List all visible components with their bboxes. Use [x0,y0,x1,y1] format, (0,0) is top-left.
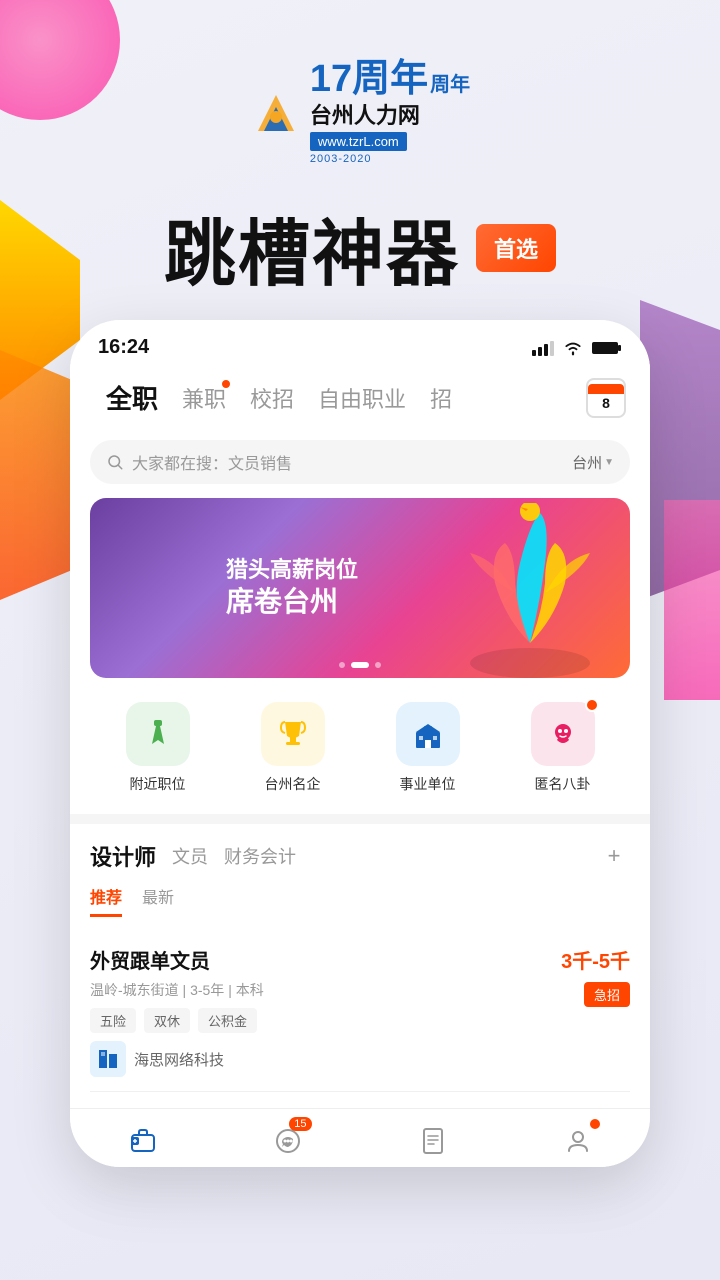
brand-logo-icon [250,87,302,139]
profile-notification-dot [590,1119,600,1129]
company-logo-icon [93,1044,123,1074]
job-item[interactable]: 外贸跟单文员 3千-5千 温岭-城东街道 | 3-5年 | 本科 急招 五险 双… [90,931,630,1092]
battery-icon [592,340,622,356]
add-job-tag-button[interactable]: + [598,840,630,872]
banner-dot-3 [375,662,381,668]
tab-campus[interactable]: 校招 [238,378,306,418]
category-public-units[interactable]: 事业单位 [396,702,460,794]
hero-title: 跳槽神器 [164,195,460,300]
profile-nav-icon [558,1121,598,1161]
job-tag-finance[interactable]: 财务会计 [224,843,296,869]
search-area: 大家都在搜：文员销售 台州 ▼ [70,432,650,498]
tab-freelance[interactable]: 自由职业 [306,378,418,418]
status-icons [532,340,622,356]
resume-nav-icon [413,1121,453,1161]
tab-recruit[interactable]: 招 [418,378,464,418]
calendar-number: 8 [602,394,610,412]
banner-dot-2 [351,662,369,668]
bottom-navigation: 15 [70,1108,650,1167]
signal-icon [532,340,554,356]
tie-icon [142,718,174,750]
search-placeholder: 大家都在搜：文员销售 [132,450,564,474]
job-section: 设计师 文员 财务会计 + 推荐 最新 外贸跟单文员 3千-5千 温岭 [70,824,650,1108]
bottom-nav-messages[interactable]: 15 [268,1121,308,1161]
tab-parttime[interactable]: 兼职 [170,378,238,418]
public-units-icon [396,702,460,766]
urgent-badge: 急招 [584,982,630,1007]
nearby-jobs-icon [126,702,190,766]
banner-area: 猎头高薪岗位 席卷台州 [70,498,650,692]
subtab-recommended[interactable]: 推荐 [90,884,122,917]
wifi-icon [562,340,584,356]
anonymous-icon [547,718,579,750]
header-area: 17周年 周年 台州人力网 www.tzrL.com 2003-2020 跳槽神… [0,0,720,320]
brand-name: 台州人力网 [310,98,420,130]
logo-area: 17周年 周年 台州人力网 www.tzrL.com 2003-2020 [250,60,470,165]
phone-screen: 16:24 [70,320,650,1167]
banner-line2: 席卷台州 [226,584,494,620]
search-icon [106,453,124,471]
job-tag-fund: 公积金 [198,1008,257,1033]
job-meta: 温岭-城东街道 | 3-5年 | 本科 [90,980,264,1000]
hero-badge: 首选 [476,224,556,272]
company-row: 海思网络科技 [90,1041,630,1077]
trophy-icon [277,718,309,750]
bottom-nav-jobs[interactable] [123,1121,163,1161]
subtab-latest[interactable]: 最新 [142,884,174,917]
nav-tabs: 全职 兼职 校招 自由职业 招 8 [70,367,650,432]
category-nearby-jobs[interactable]: 附近职位 [126,702,190,794]
bottom-nav-resume[interactable] [413,1121,453,1161]
category-gossip[interactable]: 匿名八卦 [531,702,595,794]
parttime-dot [222,380,230,388]
gossip-label: 匿名八卦 [535,774,591,794]
job-item-header: 外贸跟单文员 3千-5千 [90,945,630,974]
job-section-header: 设计师 文员 财务会计 + [90,840,630,872]
job-tag-insurance: 五险 [90,1008,136,1033]
tab-fulltime[interactable]: 全职 [94,375,170,420]
gossip-notification [585,698,599,712]
search-bar[interactable]: 大家都在搜：文员销售 台州 ▼ [90,440,630,484]
banner-line1: 猎头高薪岗位 [226,556,494,585]
brand-years: 2003-2020 [310,153,470,165]
building-icon [412,718,444,750]
anniversary-text: 17周年 周年 [310,60,470,98]
job-tag-designer[interactable]: 设计师 [90,840,156,872]
company-logo [90,1041,126,1077]
calendar-button[interactable]: 8 [586,378,626,418]
jobs-nav-icon [123,1121,163,1161]
category-area: 附近职位 台州名企 [70,692,650,814]
messages-nav-icon: 15 [268,1121,308,1161]
job-tags: 五险 双休 公积金 [90,1008,630,1033]
status-time: 16:24 [98,336,149,359]
banner-image[interactable]: 猎头高薪岗位 席卷台州 [90,498,630,678]
public-units-label: 事业单位 [400,774,456,794]
brand-url: www.tzrL.com [310,132,407,151]
job-tag-weekends: 双休 [144,1008,190,1033]
gossip-icon [531,702,595,766]
status-bar: 16:24 [70,320,650,367]
messages-badge: 15 [289,1117,311,1131]
top-companies-icon [261,702,325,766]
job-title: 外贸跟单文员 [90,945,210,974]
phone-container: 16:24 [0,320,720,1167]
nearby-jobs-label: 附近职位 [130,774,186,794]
banner-text: 猎头高薪岗位 席卷台州 [198,556,522,621]
job-subtabs: 推荐 最新 [90,884,630,917]
logo-text-group: 17周年 周年 台州人力网 www.tzrL.com 2003-2020 [310,60,470,165]
bottom-nav-profile[interactable] [558,1121,598,1161]
job-salary: 3千-5千 [561,945,630,974]
search-location[interactable]: 台州 ▼ [572,452,614,473]
top-companies-label: 台州名企 [265,774,321,794]
company-name: 海思网络科技 [134,1049,224,1070]
banner-dot-1 [339,662,345,668]
phone-mockup: 16:24 [70,320,650,1167]
calendar-top [588,384,624,394]
job-tag-clerk[interactable]: 文员 [172,843,208,869]
category-top-companies[interactable]: 台州名企 [261,702,325,794]
location-arrow-icon: ▼ [604,457,614,468]
banner-dots [339,662,381,668]
hero-title-area: 跳槽神器 首选 [164,195,556,300]
